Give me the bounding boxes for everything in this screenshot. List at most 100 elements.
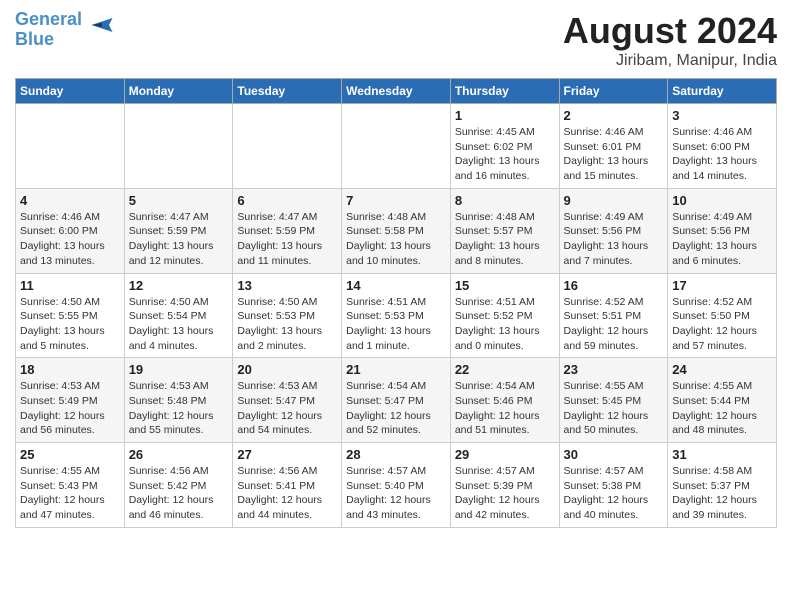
calendar-cell: 25 Sunrise: 4:55 AM Sunset: 5:43 PM Dayli… [16,443,125,528]
day-number: 28 [346,447,446,462]
day-number: 21 [346,362,446,377]
day-info: Sunrise: 4:53 AM Sunset: 5:47 PM Dayligh… [237,379,337,438]
day-info: Sunrise: 4:58 AM Sunset: 5:37 PM Dayligh… [672,464,772,523]
day-number: 22 [455,362,555,377]
day-info: Sunrise: 4:52 AM Sunset: 5:51 PM Dayligh… [564,295,664,354]
day-info: Sunrise: 4:48 AM Sunset: 5:58 PM Dayligh… [346,210,446,269]
day-number: 9 [564,193,664,208]
day-info: Sunrise: 4:50 AM Sunset: 5:54 PM Dayligh… [129,295,229,354]
day-number: 12 [129,278,229,293]
day-number: 14 [346,278,446,293]
calendar-body: 1 Sunrise: 4:45 AM Sunset: 6:02 PM Daylig… [16,104,777,528]
day-number: 1 [455,108,555,123]
calendar-cell: 1 Sunrise: 4:45 AM Sunset: 6:02 PM Daylig… [450,104,559,189]
day-info: Sunrise: 4:54 AM Sunset: 5:46 PM Dayligh… [455,379,555,438]
calendar-week-1: 1 Sunrise: 4:45 AM Sunset: 6:02 PM Daylig… [16,104,777,189]
calendar-cell: 13Sunrise: 4:50 AM Sunset: 5:53 PM Dayli… [233,273,342,358]
calendar-cell: 22 Sunrise: 4:54 AM Sunset: 5:46 PM Dayli… [450,358,559,443]
day-info: Sunrise: 4:52 AM Sunset: 5:50 PM Dayligh… [672,295,772,354]
weekday-header-saturday: Saturday [668,79,777,104]
calendar-cell: 21 Sunrise: 4:54 AM Sunset: 5:47 PM Dayli… [342,358,451,443]
calendar-cell: 20 Sunrise: 4:53 AM Sunset: 5:47 PM Dayli… [233,358,342,443]
day-info: Sunrise: 4:51 AM Sunset: 5:52 PM Dayligh… [455,295,555,354]
calendar-week-4: 18 Sunrise: 4:53 AM Sunset: 5:49 PM Dayli… [16,358,777,443]
day-info: Sunrise: 4:46 AM Sunset: 6:00 PM Dayligh… [20,210,120,269]
day-info: Sunrise: 4:47 AM Sunset: 5:59 PM Dayligh… [237,210,337,269]
calendar-title: August 2024 [563,10,777,52]
day-info: Sunrise: 4:53 AM Sunset: 5:48 PM Dayligh… [129,379,229,438]
weekday-row: SundayMondayTuesdayWednesdayThursdayFrid… [16,79,777,104]
calendar-cell: 26Sunrise: 4:56 AM Sunset: 5:42 PM Dayli… [124,443,233,528]
day-number: 2 [564,108,664,123]
day-info: Sunrise: 4:50 AM Sunset: 5:55 PM Dayligh… [20,295,120,354]
title-block: August 2024 Jiribam, Manipur, India [563,10,777,70]
day-number: 24 [672,362,772,377]
weekday-header-sunday: Sunday [16,79,125,104]
day-info: Sunrise: 4:47 AM Sunset: 5:59 PM Dayligh… [129,210,229,269]
calendar-table: SundayMondayTuesdayWednesdayThursdayFrid… [15,78,777,528]
calendar-cell: 9 Sunrise: 4:49 AM Sunset: 5:56 PM Daylig… [559,188,668,273]
day-number: 25 [20,447,120,462]
weekday-header-tuesday: Tuesday [233,79,342,104]
day-info: Sunrise: 4:46 AM Sunset: 6:00 PM Dayligh… [672,125,772,184]
day-number: 27 [237,447,337,462]
day-number: 26 [129,447,229,462]
calendar-cell [124,104,233,189]
day-number: 18 [20,362,120,377]
day-number: 17 [672,278,772,293]
day-number: 30 [564,447,664,462]
day-info: Sunrise: 4:54 AM Sunset: 5:47 PM Dayligh… [346,379,446,438]
day-info: Sunrise: 4:56 AM Sunset: 5:41 PM Dayligh… [237,464,337,523]
calendar-cell: 27 Sunrise: 4:56 AM Sunset: 5:41 PM Dayli… [233,443,342,528]
calendar-subtitle: Jiribam, Manipur, India [563,52,777,70]
logo: General Blue [15,10,116,50]
day-info: Sunrise: 4:55 AM Sunset: 5:43 PM Dayligh… [20,464,120,523]
day-info: Sunrise: 4:48 AM Sunset: 5:57 PM Dayligh… [455,210,555,269]
calendar-cell: 14 Sunrise: 4:51 AM Sunset: 5:53 PM Dayli… [342,273,451,358]
calendar-week-2: 4 Sunrise: 4:46 AM Sunset: 6:00 PM Daylig… [16,188,777,273]
calendar-week-3: 11Sunrise: 4:50 AM Sunset: 5:55 PM Dayli… [16,273,777,358]
calendar-cell: 15 Sunrise: 4:51 AM Sunset: 5:52 PM Dayli… [450,273,559,358]
day-number: 6 [237,193,337,208]
day-number: 29 [455,447,555,462]
day-number: 20 [237,362,337,377]
weekday-header-thursday: Thursday [450,79,559,104]
day-number: 16 [564,278,664,293]
calendar-cell: 31Sunrise: 4:58 AM Sunset: 5:37 PM Dayli… [668,443,777,528]
day-info: Sunrise: 4:50 AM Sunset: 5:53 PM Dayligh… [237,295,337,354]
day-number: 15 [455,278,555,293]
calendar-cell: 4 Sunrise: 4:46 AM Sunset: 6:00 PM Daylig… [16,188,125,273]
day-info: Sunrise: 4:55 AM Sunset: 5:45 PM Dayligh… [564,379,664,438]
calendar-cell: 18 Sunrise: 4:53 AM Sunset: 5:49 PM Dayli… [16,358,125,443]
calendar-header: SundayMondayTuesdayWednesdayThursdayFrid… [16,79,777,104]
calendar-cell: 30Sunrise: 4:57 AM Sunset: 5:38 PM Dayli… [559,443,668,528]
day-info: Sunrise: 4:57 AM Sunset: 5:40 PM Dayligh… [346,464,446,523]
day-number: 5 [129,193,229,208]
calendar-cell: 2Sunrise: 4:46 AM Sunset: 6:01 PM Daylig… [559,104,668,189]
weekday-header-friday: Friday [559,79,668,104]
weekday-header-wednesday: Wednesday [342,79,451,104]
calendar-cell: 6 Sunrise: 4:47 AM Sunset: 5:59 PM Daylig… [233,188,342,273]
day-info: Sunrise: 4:49 AM Sunset: 5:56 PM Dayligh… [672,210,772,269]
logo-text: General Blue [15,10,82,50]
calendar-cell: 5 Sunrise: 4:47 AM Sunset: 5:59 PM Daylig… [124,188,233,273]
calendar-cell: 29Sunrise: 4:57 AM Sunset: 5:39 PM Dayli… [450,443,559,528]
day-info: Sunrise: 4:45 AM Sunset: 6:02 PM Dayligh… [455,125,555,184]
calendar-cell: 10Sunrise: 4:49 AM Sunset: 5:56 PM Dayli… [668,188,777,273]
day-number: 4 [20,193,120,208]
day-number: 7 [346,193,446,208]
page-header: General Blue August 2024 Jiribam, Manipu… [15,10,777,70]
calendar-cell: 24Sunrise: 4:55 AM Sunset: 5:44 PM Dayli… [668,358,777,443]
day-number: 23 [564,362,664,377]
calendar-cell: 7 Sunrise: 4:48 AM Sunset: 5:58 PM Daylig… [342,188,451,273]
day-info: Sunrise: 4:53 AM Sunset: 5:49 PM Dayligh… [20,379,120,438]
calendar-cell: 8Sunrise: 4:48 AM Sunset: 5:57 PM Daylig… [450,188,559,273]
calendar-cell: 12 Sunrise: 4:50 AM Sunset: 5:54 PM Dayli… [124,273,233,358]
calendar-cell: 28 Sunrise: 4:57 AM Sunset: 5:40 PM Dayli… [342,443,451,528]
calendar-cell [342,104,451,189]
day-info: Sunrise: 4:51 AM Sunset: 5:53 PM Dayligh… [346,295,446,354]
day-info: Sunrise: 4:49 AM Sunset: 5:56 PM Dayligh… [564,210,664,269]
calendar-week-5: 25 Sunrise: 4:55 AM Sunset: 5:43 PM Dayli… [16,443,777,528]
calendar-cell [16,104,125,189]
calendar-cell: 17 Sunrise: 4:52 AM Sunset: 5:50 PM Dayli… [668,273,777,358]
